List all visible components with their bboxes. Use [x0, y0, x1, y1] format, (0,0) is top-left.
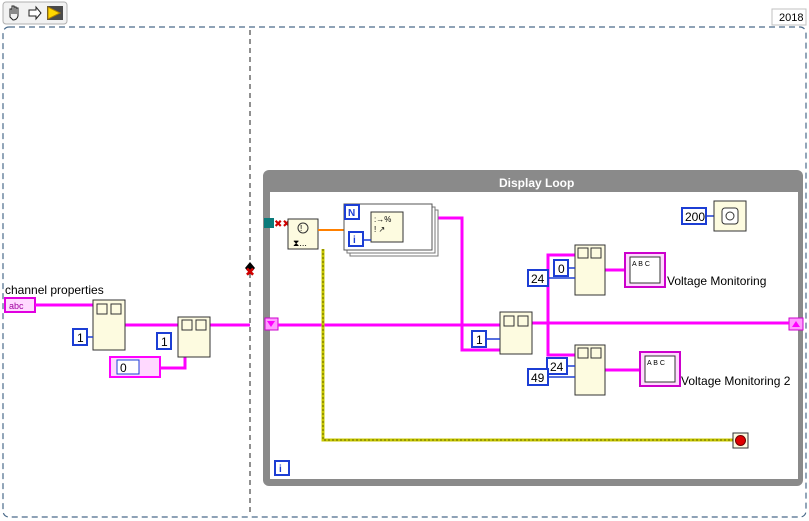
- toolbar: [2, 1, 68, 25]
- run-vi-icon[interactable]: [47, 6, 63, 20]
- subset-index-constant[interactable]: 1: [471, 330, 487, 348]
- wait-timer-icon[interactable]: [713, 200, 747, 232]
- svg-text:!: !: [300, 224, 302, 233]
- index-array-node-3[interactable]: [499, 311, 533, 355]
- array-subset-node-a[interactable]: [574, 244, 606, 296]
- channel-properties-terminal[interactable]: abc: [4, 297, 36, 313]
- while-loop-iteration-terminal: i: [274, 460, 290, 476]
- index-constant-1[interactable]: 1: [72, 328, 88, 346]
- start-49-constant[interactable]: 49: [527, 368, 549, 386]
- shift-register-left[interactable]: [264, 317, 279, 331]
- index-array-node-1[interactable]: [92, 299, 126, 351]
- svg-text:abc: abc: [9, 301, 24, 311]
- sequence-break-icon: ✖: [245, 262, 255, 279]
- index-array-node-2[interactable]: [177, 316, 211, 358]
- for-loop-count-terminal: N: [344, 204, 360, 220]
- svg-text:N: N: [348, 208, 355, 219]
- version-badge: 2018: [771, 8, 807, 26]
- svg-text:✖: ✖: [245, 265, 255, 279]
- svg-text:i: i: [279, 464, 282, 475]
- len-24-constant-b[interactable]: 24: [546, 357, 568, 375]
- wait-ms-constant[interactable]: 200: [681, 207, 707, 225]
- voltage-monitoring-label: Voltage Monitoring: [667, 274, 766, 288]
- svg-text:i: i: [353, 235, 356, 246]
- svg-text:24: 24: [550, 360, 564, 374]
- format-string-node[interactable]: :→% ! ↗: [370, 211, 404, 243]
- svg-text:! ↗: ! ↗: [374, 225, 385, 234]
- len-24-constant-a[interactable]: 24: [527, 269, 549, 287]
- svg-text:49: 49: [531, 371, 545, 385]
- svg-text:1: 1: [476, 333, 483, 347]
- shift-register-right[interactable]: [788, 317, 804, 331]
- svg-text:0: 0: [120, 361, 127, 375]
- array-subset-node-b[interactable]: [574, 344, 606, 396]
- svg-text:1: 1: [77, 331, 84, 345]
- channel-properties-label: channel properties: [5, 283, 104, 297]
- voltage-monitoring-2-label: Voltage Monitoring 2: [681, 374, 791, 388]
- svg-text:0: 0: [558, 262, 565, 276]
- version-text: 2018: [779, 12, 803, 24]
- svg-text:⧗...: ⧗...: [293, 238, 307, 248]
- start-0-constant[interactable]: 0: [553, 259, 569, 277]
- voltage-monitoring-2-table[interactable]: A B C: [639, 351, 681, 387]
- voltage-monitoring-table[interactable]: A B C: [624, 252, 666, 288]
- svg-text::→%: :→%: [374, 215, 391, 224]
- dequeue-element-node[interactable]: ! ⧗...: [287, 218, 319, 250]
- svg-text:A B C: A B C: [647, 360, 665, 367]
- svg-text:24: 24: [531, 272, 545, 286]
- svg-text:200: 200: [685, 210, 705, 224]
- for-loop-iteration-terminal: i: [348, 231, 364, 247]
- zero-constant[interactable]: 0: [109, 356, 161, 378]
- index-constant-2[interactable]: 1: [156, 332, 172, 350]
- svg-text:A B C: A B C: [632, 261, 650, 268]
- block-diagram: 2018 channel properties abc 1 1 0 ✖ Disp…: [2, 1, 807, 518]
- svg-text:1: 1: [161, 335, 168, 349]
- stop-terminal[interactable]: [732, 432, 749, 449]
- display-loop-label: Display Loop: [499, 176, 574, 190]
